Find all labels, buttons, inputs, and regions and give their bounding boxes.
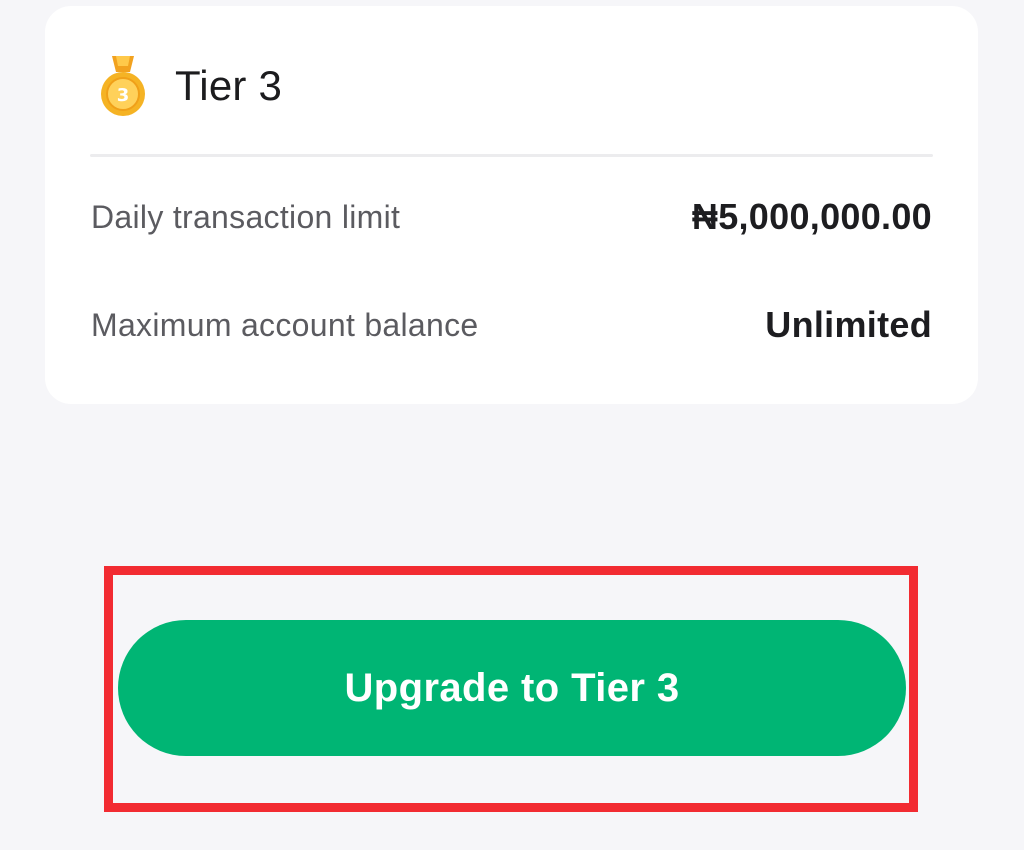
max-balance-row: Maximum account balance Unlimited [91, 300, 932, 350]
tier-card: 3 Tier 3 Daily transaction limit ₦5,000,… [45, 6, 978, 404]
tier-title: Tier 3 [175, 62, 282, 109]
medal-icon: 3 [97, 54, 149, 118]
daily-limit-value: ₦5,000,000.00 [691, 196, 932, 237]
daily-limit-label: Daily transaction limit [91, 198, 401, 235]
divider [90, 154, 933, 157]
daily-limit-row: Daily transaction limit ₦5,000,000.00 [91, 192, 932, 242]
medal-number: 3 [117, 85, 130, 106]
max-balance-label: Maximum account balance [91, 306, 479, 343]
tier-header: 3 Tier 3 [97, 46, 282, 126]
upgrade-button[interactable]: Upgrade to Tier 3 [118, 620, 906, 756]
max-balance-value: Unlimited [765, 304, 932, 345]
